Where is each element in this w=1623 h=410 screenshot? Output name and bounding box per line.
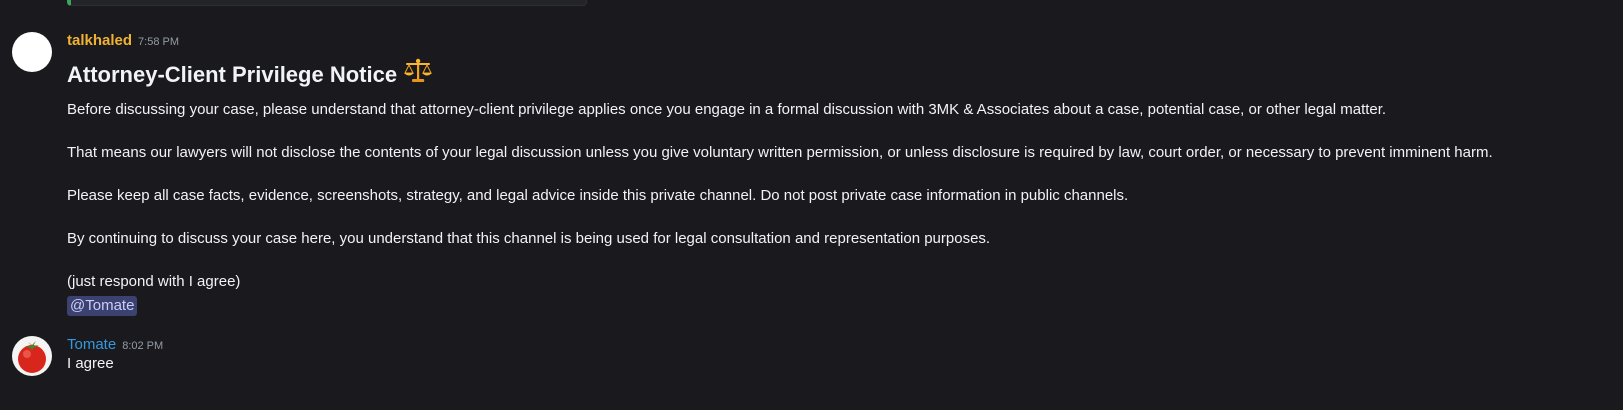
tomato-icon	[12, 336, 52, 376]
paragraph: Please keep all case facts, evidence, sc…	[67, 187, 1129, 204]
timestamp: 8:02 PM	[122, 340, 164, 352]
paragraph: By continuing to discuss your case here,…	[67, 230, 991, 247]
paragraph: (just respond with I agree)	[67, 273, 241, 290]
user-mention[interactable]: @Tomate	[67, 296, 138, 316]
timestamp: 7:58 PM	[138, 36, 179, 48]
user-avatar[interactable]	[12, 32, 52, 72]
message-text: I agree	[67, 355, 114, 372]
paragraph: That means our lawyers will not disclose…	[67, 144, 1493, 161]
tomato-avatar[interactable]	[12, 336, 52, 376]
message-header: talkhaled 7:58 PM	[67, 31, 179, 52]
previous-embed	[67, 0, 587, 6]
message-content: Attorney-Client Privilege Notice Before …	[67, 58, 1607, 316]
username[interactable]: Tomate	[67, 336, 116, 353]
notice-heading: Attorney-Client Privilege Notice	[67, 58, 1607, 92]
balance-scale-icon	[403, 58, 433, 92]
notice-title: Attorney-Client Privilege Notice	[67, 62, 398, 87]
message-header: Tomate 8:02 PM	[67, 335, 163, 356]
paragraph: Before discussing your case, please unde…	[67, 101, 1387, 118]
chat-view: talkhaled 7:58 PM Attorney-Client Privile…	[0, 0, 1623, 410]
username[interactable]: talkhaled	[67, 32, 132, 49]
